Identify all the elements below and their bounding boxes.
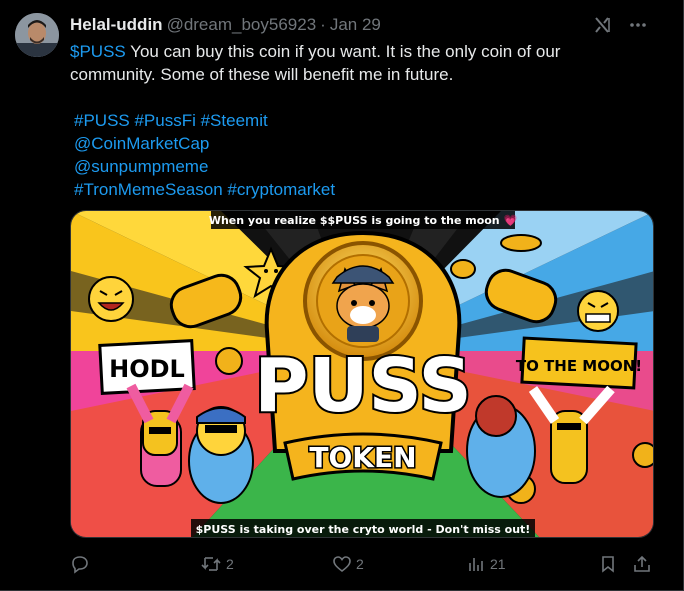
media-sign-right: TO THE MOON! — [516, 357, 642, 375]
grok-icon[interactable] — [591, 14, 613, 36]
like-button[interactable]: 2 — [332, 554, 364, 574]
mention-sunpumpmeme[interactable]: @sunpumpmeme — [70, 155, 650, 178]
author-name[interactable]: Helal-uddin — [70, 15, 163, 35]
separator-dot: · — [320, 15, 326, 34]
bookmark-icon — [598, 554, 618, 574]
tweet-date[interactable]: Jan 29 — [330, 15, 381, 35]
tweet-body: $PUSS You can buy this coin if you want.… — [70, 40, 650, 86]
mention-coinmarketcap[interactable]: @CoinMarketCap — [70, 132, 650, 155]
tweet-header: Helal-uddin @dream_boy56923 · Jan 29 — [70, 14, 381, 36]
media-sign-left: HODL — [109, 355, 185, 383]
analytics-icon — [466, 554, 486, 574]
retweet-count: 2 — [226, 556, 234, 572]
media-title-sub: TOKEN — [309, 441, 416, 474]
tweet[interactable]: Helal-uddin @dream_boy56923 · Jan 29 $PU… — [0, 0, 684, 591]
cashtag-link[interactable]: $PUSS — [70, 42, 126, 61]
reply-icon — [70, 554, 90, 574]
media-title-main: PUSS — [254, 343, 472, 429]
share-button[interactable] — [632, 554, 652, 574]
avatar[interactable] — [15, 13, 59, 57]
author-handle[interactable]: @dream_boy56923 — [167, 15, 317, 35]
bookmark-button[interactable] — [598, 554, 618, 574]
hashtags-line[interactable]: #PUSS #PussFi #Steemit — [70, 109, 650, 132]
heart-icon — [332, 554, 352, 574]
tweet-media-image[interactable]: PUSS TOKEN HODL TO THE MOON! When you re… — [70, 210, 654, 538]
reply-button[interactable] — [70, 554, 94, 574]
top-icons — [591, 14, 649, 36]
tweet-actions: 2 2 21 — [70, 552, 654, 576]
like-count: 2 — [356, 556, 364, 572]
media-caption-bottom: $PUSS is taking over the cryto world - D… — [196, 523, 531, 536]
more-options-icon[interactable] — [627, 14, 649, 36]
retweet-icon — [200, 554, 222, 574]
tweet-text: $PUSS You can buy this coin if you want.… — [70, 40, 650, 201]
hashtags-line-2[interactable]: #TronMemeSeason #cryptomarket — [70, 178, 650, 201]
media-caption-top: When you realize $$PUSS is going to the … — [209, 214, 518, 227]
views-count: 21 — [490, 556, 506, 572]
tweet-body-text: You can buy this coin if you want. It is… — [70, 42, 561, 84]
retweet-button[interactable]: 2 — [200, 554, 234, 574]
share-icon — [632, 554, 652, 574]
views-button[interactable]: 21 — [466, 554, 506, 574]
